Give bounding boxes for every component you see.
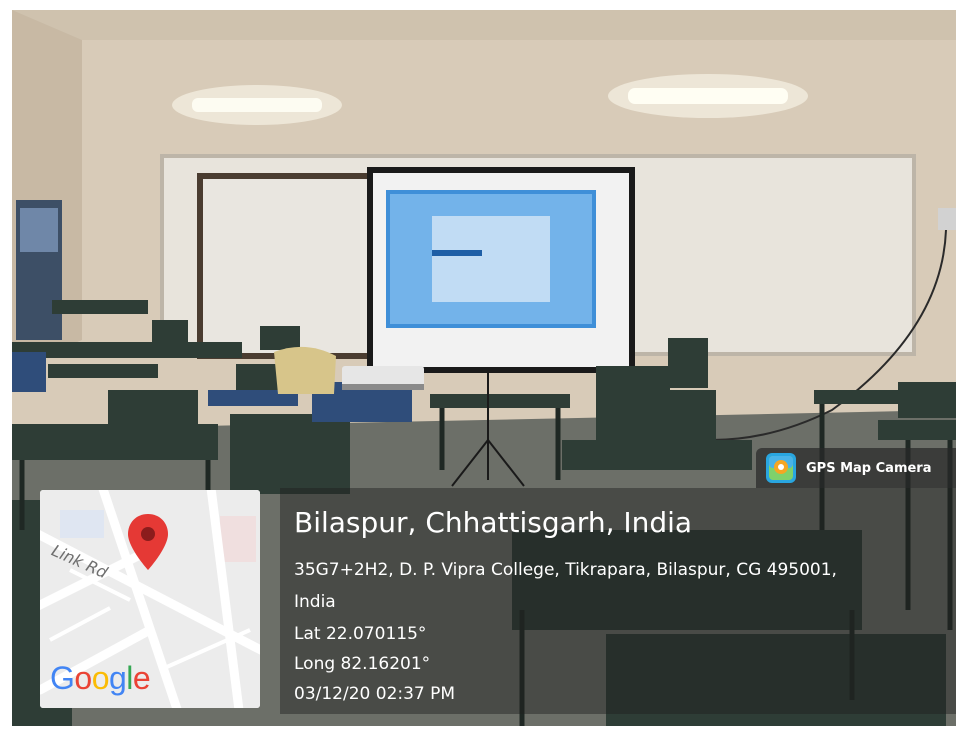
gps-map-camera-badge: GPS Map Camera — [756, 448, 956, 488]
location-stamp: Link Rd Google Bilaspur, Chhattisgarh, I… — [28, 488, 956, 714]
google-letter: o — [74, 660, 92, 696]
google-letter: G — [50, 660, 75, 696]
classroom-photo: GPS Map Camera Link Rd Google Bilaspur, … — [12, 10, 956, 726]
latitude: Lat 22.070115° — [294, 624, 427, 644]
google-letter: e — [132, 660, 151, 696]
address-line-2: India — [294, 592, 336, 612]
mini-map: Link Rd Google — [40, 490, 260, 708]
google-letter: g — [108, 660, 127, 696]
google-logo: Google — [50, 660, 151, 697]
google-letter: l — [126, 660, 133, 696]
location-title: Bilaspur, Chhattisgarh, India — [294, 506, 693, 539]
gps-map-camera-icon — [766, 453, 796, 483]
map-pin-icon — [128, 514, 168, 570]
longitude: Long 82.16201° — [294, 654, 431, 674]
google-letter: o — [91, 660, 110, 696]
timestamp: 03/12/20 02:37 PM — [294, 684, 456, 704]
address-line-1: 35G7+2H2, D. P. Vipra College, Tikrapara… — [294, 560, 837, 580]
photo-frame: GPS Map Camera Link Rd Google Bilaspur, … — [0, 0, 966, 733]
gps-map-camera-label: GPS Map Camera — [806, 460, 932, 476]
location-text-panel: Bilaspur, Chhattisgarh, India 35G7+2H2, … — [280, 488, 956, 714]
